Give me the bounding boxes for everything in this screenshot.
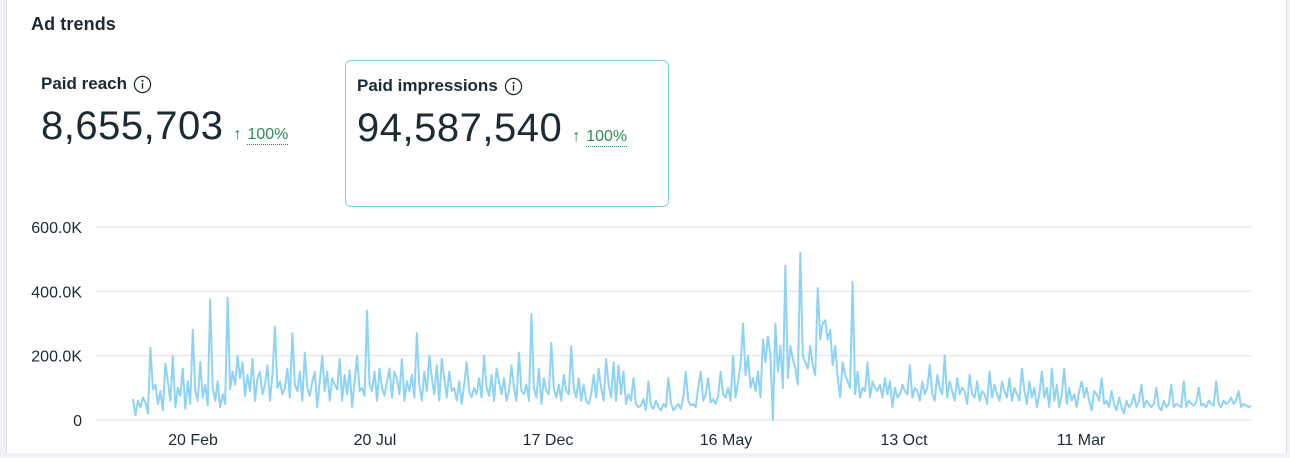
trend-indicator: ↑ 100% <box>572 128 628 147</box>
line-chart[interactable]: 0 200.0K 400.0K 600.0K 20 Feb 20 Jul 17 Dec 16 … <box>7 210 1286 453</box>
x-tick-label: 20 Jul <box>354 432 397 449</box>
y-tick-label: 200.0K <box>31 349 82 366</box>
arrow-up-icon: ↑ <box>572 128 581 145</box>
metric-paid-reach[interactable]: Paid reach 8,655,703 ↑ 100% <box>27 62 327 202</box>
metric-label: Paid impressions <box>357 76 498 95</box>
ad-trends-card: Ad trends Paid reach 8,655,703 ↑ 100% Pa… <box>6 0 1287 453</box>
x-tick-label: 16 May <box>700 432 752 449</box>
metric-paid-impressions[interactable]: Paid impressions 94,587,540 ↑ 100% <box>345 60 669 207</box>
info-circle-icon[interactable] <box>504 77 523 96</box>
x-tick-label: 13 Oct <box>880 432 928 449</box>
series-line <box>132 251 1252 421</box>
x-tick-label: 20 Feb <box>168 432 218 449</box>
x-tick-label: 17 Dec <box>523 432 574 449</box>
metric-label: Paid reach <box>41 74 127 93</box>
trend-indicator: ↑ 100% <box>233 126 289 145</box>
x-tick-label: 11 Mar <box>1057 432 1106 449</box>
y-tick-label: 600.0K <box>31 220 82 237</box>
metric-value: 94,587,540 <box>357 106 563 150</box>
info-circle-icon[interactable] <box>133 75 152 94</box>
ad-trends-chart[interactable]: 0 200.0K 400.0K 600.0K 20 Feb 20 Jul 17 Dec 16 … <box>7 210 1286 453</box>
arrow-up-icon: ↑ <box>233 126 242 143</box>
y-tick-label: 400.0K <box>31 284 82 301</box>
trend-percentage[interactable]: 100% <box>586 128 628 147</box>
y-tick-label: 0 <box>73 413 82 430</box>
trend-percentage[interactable]: 100% <box>247 126 289 145</box>
section-title: Ad trends <box>31 14 116 34</box>
metric-value: 8,655,703 <box>41 104 224 148</box>
